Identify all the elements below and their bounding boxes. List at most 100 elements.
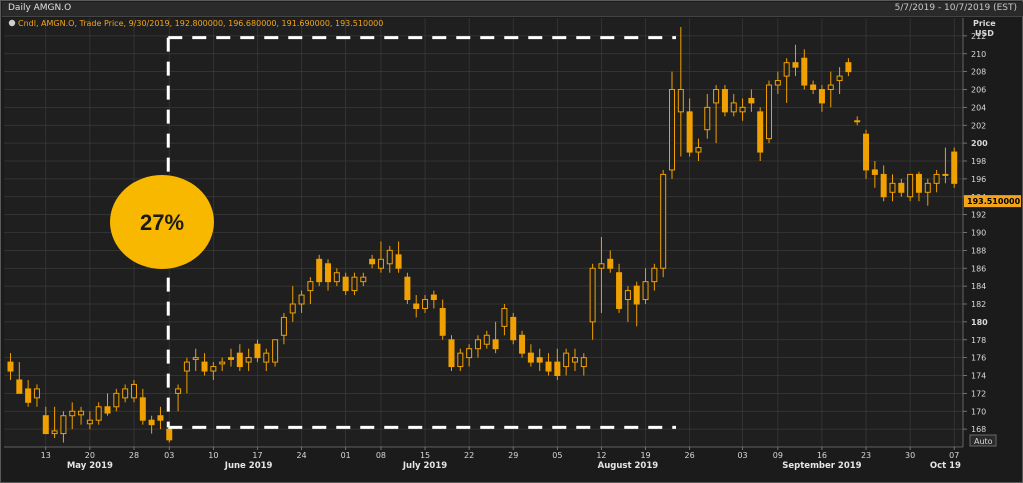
candle-body-up: [422, 299, 429, 309]
time-axis[interactable]: 13 20 28 03 10 17 24 01 08 15 22 29 05 12 19 26 03 09 16 23…: [1, 446, 1022, 482]
candle-body-up: [704, 106, 711, 131]
y-tick-label: 176: [971, 354, 986, 363]
candle-body-up: [713, 89, 720, 104]
candlestick-chart[interactable]: 1681701721741761781801821841861881901921…: [0, 0, 1023, 483]
candle-body-up: [827, 84, 834, 90]
candle-body-down: [413, 303, 420, 309]
candle-body-up: [210, 366, 217, 372]
candle-body-down: [554, 361, 561, 376]
candle-body-up: [245, 357, 252, 363]
candle-body-up: [669, 89, 675, 171]
y-tick-label: 168: [971, 425, 986, 434]
legend: Cndl, AMGN.O, Trade Price, 9/30/2019, 19…: [8, 19, 383, 28]
candle-body-down: [792, 62, 799, 68]
candle-body-down: [492, 339, 499, 350]
candle-body-down: [325, 263, 332, 283]
candle-body-down: [439, 307, 446, 336]
candle-body-up: [33, 388, 40, 399]
candle-body-down: [228, 357, 234, 360]
candle-body-down: [404, 276, 411, 301]
candle: [448, 335, 455, 372]
annotation-badge: 27%: [110, 175, 214, 269]
x-tick-label: 12: [596, 451, 606, 460]
candle-body-down: [801, 57, 808, 86]
candle-body-up: [624, 290, 631, 301]
x-tick-label: 13: [41, 451, 51, 460]
candle-body-up: [272, 339, 279, 363]
candle-body-up: [69, 410, 76, 417]
price-axis[interactable]: 168 170 172 174 176 178 180 182 184 186 188 190 192 1…: [962, 18, 988, 447]
candle-body-up: [457, 352, 464, 368]
x-tick-label: 22: [464, 451, 474, 460]
candle-body-up: [307, 281, 314, 292]
auto-button[interactable]: Auto: [969, 434, 997, 447]
candle-body-up: [333, 272, 340, 283]
month-label: Oct 19: [930, 461, 961, 471]
x-tick-label: 10: [208, 451, 218, 460]
y-tick-label: 182: [971, 300, 986, 309]
candle-body-down: [880, 173, 887, 198]
y-tick-label: 188: [971, 246, 986, 255]
candle-body-up: [377, 258, 384, 269]
candle: [721, 85, 728, 117]
candle-body-up: [263, 352, 270, 363]
legend-icon: [8, 19, 16, 27]
candle-body-down: [254, 343, 261, 359]
candle-body-up: [298, 294, 305, 305]
candle-body-up: [563, 352, 570, 368]
candle-body-up: [386, 249, 393, 265]
candle-body-down: [898, 182, 905, 193]
x-tick-label: 03: [737, 451, 747, 460]
candle-body-up: [942, 173, 949, 176]
candle-body-down: [616, 272, 623, 309]
y-tick-label: 174: [971, 372, 986, 381]
y-tick-label: 206: [971, 86, 986, 95]
auto-button-label[interactable]: Auto: [974, 437, 993, 446]
x-tick-label: 29: [508, 451, 518, 460]
candle-body-up: [589, 267, 596, 323]
candle-body-down: [818, 89, 825, 104]
x-tick-label: 26: [685, 451, 695, 460]
candle-body-up: [642, 281, 649, 301]
y-tick-label: 178: [971, 336, 986, 345]
candle-body-up: [695, 147, 702, 153]
candle-body-down: [139, 397, 146, 421]
y-tick-label: 200: [971, 139, 988, 148]
y-tick-label: 196: [971, 175, 986, 184]
candle-body-up: [289, 303, 296, 314]
candle-body-down: [42, 415, 49, 435]
candle: [766, 80, 773, 144]
candle-body-down: [201, 361, 208, 372]
candle-body-up: [907, 173, 914, 198]
candle-body-down: [157, 415, 164, 421]
candle-body-up: [924, 182, 931, 193]
month-label: August 2019: [598, 461, 659, 471]
candle-body-down: [863, 133, 870, 171]
candle-body-down: [686, 111, 693, 153]
last-price-label: 193.510000: [967, 197, 1021, 206]
candle-body-up: [95, 406, 102, 421]
candle-body-up: [783, 62, 790, 77]
x-tick-label: 03: [164, 451, 174, 460]
candle: [316, 254, 323, 287]
candle-body-up: [122, 388, 129, 399]
y-tick-label: 198: [971, 157, 986, 166]
candle-body-down: [748, 97, 755, 104]
candle-body-up: [571, 357, 578, 363]
candle-body-down: [519, 334, 526, 354]
candle-body-up: [51, 430, 58, 435]
y-tick-label: 210: [971, 50, 986, 59]
x-tick-label: 30: [905, 451, 915, 460]
x-tick-label: 24: [296, 451, 306, 460]
candle-body-down: [7, 361, 14, 372]
candle-body-down: [430, 294, 437, 301]
candle-body-up: [933, 173, 940, 184]
candle: [660, 169, 667, 278]
candle-body-down: [633, 285, 640, 305]
price-label: Price: [973, 19, 996, 28]
candle-body-up: [360, 276, 367, 283]
candle-body-down: [448, 339, 455, 368]
x-tick-label: 15: [420, 451, 430, 460]
x-tick-label: 20: [85, 451, 95, 460]
y-tick-label: 180: [971, 318, 988, 327]
